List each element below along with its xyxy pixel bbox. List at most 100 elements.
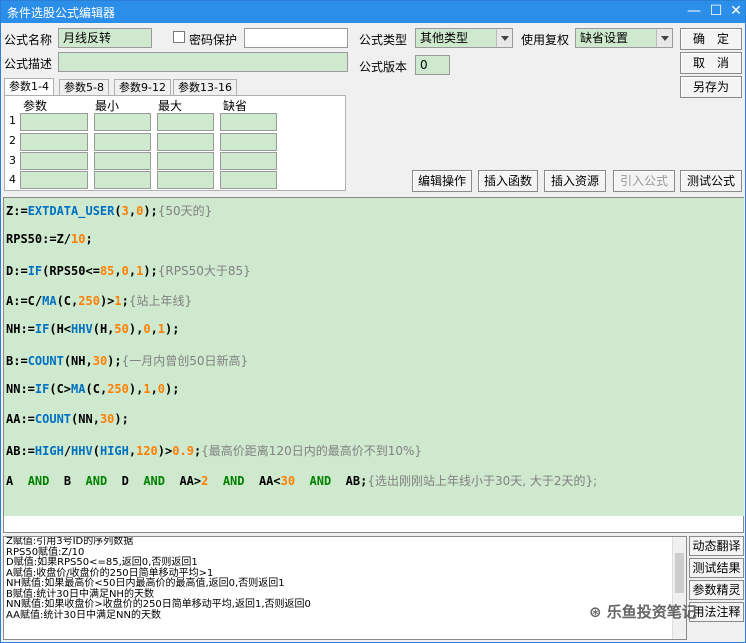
param-max-cell[interactable]	[157, 171, 214, 189]
param-header-max: 最大	[158, 99, 183, 113]
code-token: COUNT	[34, 412, 72, 426]
code-editor[interactable]: Z:=EXTDATA_USER(3,0);{50天的} RPS50:=Z/10; D…	[3, 197, 744, 533]
close-button[interactable]: ✕	[727, 3, 745, 20]
ok-button[interactable]: 确 定	[680, 28, 742, 50]
code-line[interactable]: D:=IF(RPS50<=85,0,1);{RPS50大于85}	[6, 262, 251, 279]
tab-params-13-16[interactable]: 参数13-16	[173, 79, 237, 96]
code-token: )>	[157, 444, 173, 458]
param-name-cell[interactable]	[20, 113, 88, 131]
param-min-cell[interactable]	[94, 113, 151, 131]
code-token: );	[114, 412, 129, 426]
code-token: 1	[114, 294, 122, 308]
vertical-scrollbar[interactable]	[672, 537, 686, 639]
code-token: RPS50:=Z/	[6, 232, 72, 246]
edit-operation-button[interactable]: 编辑操作	[412, 170, 472, 192]
param-header-default: 缺省	[223, 99, 248, 113]
formula-type-select[interactable]: 其他类型	[415, 28, 513, 48]
param-min-cell[interactable]	[94, 171, 151, 189]
password-checkbox[interactable]	[173, 31, 185, 43]
usage-notes-button[interactable]: 用法注释	[689, 602, 744, 622]
code-token: {最高价距离120日内的最高价不到10%}	[201, 444, 423, 458]
param-name-cell[interactable]	[20, 171, 88, 189]
code-line[interactable]: NN:=IF(C>MA(C,250),1,0);	[6, 382, 179, 396]
code-token: 85	[99, 264, 115, 278]
param-default-cell[interactable]	[220, 133, 277, 151]
code-token: HIGH	[34, 444, 64, 458]
code-token: 0	[157, 382, 166, 396]
chevron-down-icon[interactable]	[496, 29, 512, 47]
code-token: COUNT	[27, 354, 64, 368]
code-token: );	[165, 382, 180, 396]
code-token: NH:=	[6, 322, 35, 336]
code-token: (H,	[92, 322, 115, 336]
code-line[interactable]: A:=C/MA(C,250)>1;{站上年线}	[6, 292, 192, 309]
code-token: (	[92, 444, 100, 458]
param-max-cell[interactable]	[157, 133, 214, 151]
code-token: {50天的}	[157, 204, 213, 218]
code-line[interactable]: AA:=COUNT(NN,30);	[6, 412, 129, 426]
code-token: AND	[222, 474, 245, 488]
insert-function-button[interactable]: 插入函数	[478, 170, 538, 192]
code-token: D	[107, 474, 144, 488]
formula-type-value: 其他类型	[420, 31, 469, 45]
param-default-cell[interactable]	[220, 113, 277, 131]
formula-version-input[interactable]: 0	[415, 55, 450, 75]
param-max-cell[interactable]	[157, 152, 214, 170]
param-row-number: 4	[9, 173, 16, 186]
tab-params-9-12[interactable]: 参数9-12	[114, 79, 171, 96]
param-row-number: 1	[9, 114, 16, 127]
formula-name-input[interactable]: 月线反转	[58, 28, 152, 48]
code-token: ;	[85, 232, 93, 246]
test-formula-button[interactable]: 测试公式	[680, 170, 742, 192]
password-input[interactable]	[244, 28, 348, 48]
dynamic-translate-button[interactable]: 动态翻译	[689, 536, 744, 556]
formula-desc-input[interactable]	[58, 52, 348, 72]
code-token: {选出刚刚站上年线小于30天, 大于2天的};	[367, 474, 598, 488]
code-token: IF	[34, 382, 50, 396]
code-line[interactable]: NH:=IF(H<HHV(H,50),0,1);	[6, 322, 179, 336]
code-token: )>	[99, 294, 115, 308]
code-token: ;	[121, 294, 129, 308]
code-token: 250	[107, 382, 129, 396]
formula-editor-window: 条件选股公式编辑器 — ☐ ✕ 公式名称 月线反转 密码保护 公式类型 其他类型…	[0, 0, 746, 643]
code-token: 120	[136, 444, 158, 458]
code-line[interactable]: B:=COUNT(NH,30);{一月内曾创50日新高}	[6, 352, 248, 369]
param-default-cell[interactable]	[220, 152, 277, 170]
code-token: AND	[143, 474, 165, 488]
wechat-icon: ⊛	[589, 603, 607, 621]
code-line[interactable]: RPS50:=Z/10;	[6, 232, 93, 246]
param-header-name: 参数	[23, 99, 48, 113]
param-default-cell[interactable]	[220, 171, 277, 189]
code-token: 50	[114, 322, 129, 336]
translation-pane[interactable]: Z赋值:引用3号ID的序列数据 RPS50赋值:Z/10 D赋值:如果RPS50<=…	[3, 536, 687, 640]
save-as-button[interactable]: 另存为	[680, 76, 742, 98]
param-name-cell[interactable]	[20, 152, 88, 170]
param-wizard-button[interactable]: 参数精灵	[689, 580, 744, 600]
code-token: AND	[309, 474, 332, 488]
param-header-min: 最小	[95, 99, 120, 113]
cancel-button[interactable]: 取 消	[680, 52, 742, 74]
param-min-cell[interactable]	[94, 152, 151, 170]
chevron-down-icon[interactable]	[656, 29, 672, 47]
tab-params-5-8[interactable]: 参数5-8	[59, 79, 109, 96]
param-min-cell[interactable]	[94, 133, 151, 151]
title-bar: 条件选股公式编辑器 — ☐ ✕	[1, 1, 745, 23]
rights-select[interactable]: 缺省设置	[575, 28, 673, 48]
code-token: ,	[114, 264, 122, 278]
test-result-button[interactable]: 测试结果	[689, 558, 744, 578]
param-max-cell[interactable]	[157, 113, 214, 131]
maximize-button[interactable]: ☐	[707, 3, 725, 20]
code-token: AA>	[165, 474, 202, 488]
scroll-thumb[interactable]	[675, 553, 684, 593]
param-name-cell[interactable]	[20, 133, 88, 151]
code-line[interactable]: AB:=HIGH/HHV(HIGH,120)>0.9;{最高价距离120日内的最…	[6, 442, 422, 459]
tab-params-1-4[interactable]: 参数1-4	[4, 78, 54, 96]
code-line[interactable]: A AND B AND D AND AA>2 AND AA<30 AND AB;…	[6, 472, 597, 489]
rights-value: 缺省设置	[580, 31, 629, 45]
code-token: IF	[34, 322, 50, 336]
import-formula-button[interactable]: 引入公式	[613, 170, 675, 192]
insert-resource-button[interactable]: 插入资源	[544, 170, 606, 192]
code-token: MA	[71, 382, 86, 396]
code-line[interactable]: Z:=EXTDATA_USER(3,0);{50天的}	[6, 202, 212, 219]
minimize-button[interactable]: —	[685, 3, 703, 20]
